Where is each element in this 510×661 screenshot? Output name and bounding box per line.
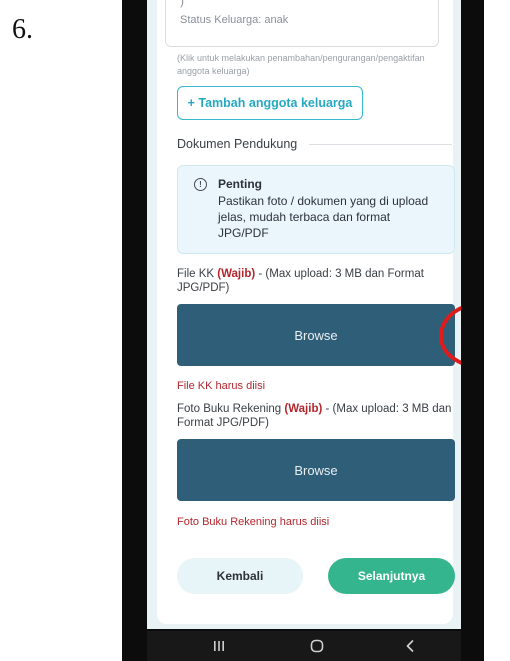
android-nav-bar — [147, 631, 461, 661]
recent-apps-icon — [214, 641, 224, 651]
kk-required-marker: (Wajib) — [217, 268, 256, 280]
bank-label-prefix: Foto Buku Rekening — [177, 403, 282, 415]
kk-browse-button[interactable]: Browse — [177, 304, 455, 366]
info-title: Penting — [218, 177, 262, 191]
step-number: 6. — [12, 14, 33, 45]
section-divider — [309, 143, 452, 145]
app-screen: ) Status Keluarga: anak (Klik untuk mela… — [147, 0, 461, 629]
phone-frame: ) Status Keluarga: anak (Klik untuk mela… — [122, 0, 484, 661]
form-card: ) Status Keluarga: anak (Klik untuk mela… — [157, 0, 461, 624]
kk-upload-label: File KK (Wajib) - (Max upload: 3 MB dan … — [177, 267, 461, 295]
nav-home-button[interactable] — [287, 631, 347, 661]
kk-error-text: File KK harus diisi — [177, 380, 266, 392]
kk-label-prefix: File KK — [177, 268, 215, 280]
family-member-card[interactable]: ) Status Keluarga: anak — [165, 0, 439, 47]
nav-recent-button[interactable] — [189, 631, 249, 661]
kk-label-suffix: - (Max upload: 3 MB dan Format JPG/PDF) — [177, 268, 424, 294]
info-text: Pastikan foto / dokumen yang di upload j… — [218, 194, 429, 240]
bank-browse-button[interactable]: Browse — [177, 439, 455, 501]
family-hint-text: (Klik untuk melakukan penambahan/pengura… — [177, 53, 425, 76]
red-annotation-circle — [438, 306, 461, 365]
back-icon — [406, 640, 414, 652]
add-family-member-button[interactable]: + Tambah anggota keluarga — [177, 86, 363, 120]
next-button[interactable]: Selanjutnya — [328, 558, 455, 594]
info-circle-icon: ! — [194, 178, 207, 191]
bank-upload-label: Foto Buku Rekening (Wajib) - (Max upload… — [177, 402, 461, 430]
home-icon — [310, 639, 324, 653]
bank-error-text: Foto Buku Rekening harus diisi — [177, 516, 330, 528]
back-button[interactable]: Kembali — [177, 558, 303, 594]
family-status-text: Status Keluarga: anak — [180, 14, 289, 26]
nav-back-button[interactable] — [380, 631, 440, 661]
bank-required-marker: (Wajib) — [284, 403, 323, 415]
member-chevron: ) — [180, 0, 184, 8]
info-alert: ! Penting Pastikan foto / dokumen yang d… — [177, 165, 455, 254]
section-title: Dokumen Pendukung — [177, 137, 298, 151]
section-header: Dokumen Pendukung — [177, 136, 452, 152]
